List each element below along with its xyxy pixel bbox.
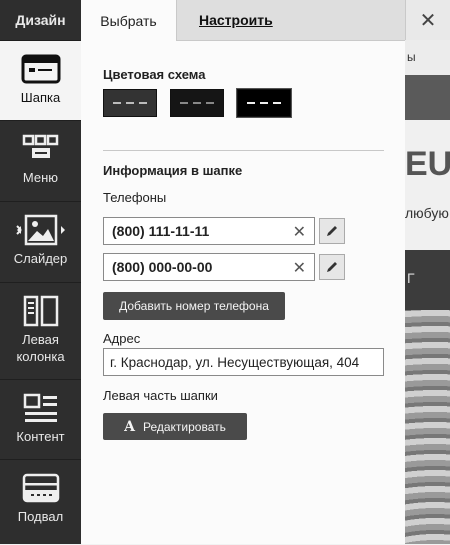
left-column-icon <box>21 295 61 327</box>
sidebar-item-left-column[interactable]: Левая колонка <box>0 283 81 380</box>
content-layout-icon <box>21 392 61 424</box>
address-label: Адрес <box>103 331 141 346</box>
add-phone-button[interactable]: Добавить номер телефона <box>103 292 285 320</box>
preview-flower-image <box>405 310 450 544</box>
clear-icon[interactable]: ✕ <box>293 258 306 278</box>
phone-field[interactable]: (800) 111-11-11 ✕ <box>103 217 315 245</box>
header-layout-icon <box>21 53 61 85</box>
color-scheme-option-gray[interactable] <box>103 89 157 117</box>
sidebar-item-label: Слайдер <box>13 251 68 266</box>
font-icon: A <box>124 418 135 435</box>
sidebar-title: Дизайн <box>0 0 81 41</box>
settings-panel: Выбрать Настроить Цветовая схема Информа… <box>81 0 405 544</box>
preview-logo-text: EU <box>405 145 450 183</box>
preview-text: любую <box>405 205 449 221</box>
sidebar-item-footer[interactable]: Подвал <box>0 460 81 545</box>
sidebar-item-label: Шапка <box>20 90 61 105</box>
slider-image-icon <box>15 214 67 246</box>
footer-layout-icon <box>21 472 61 504</box>
close-icon: ✕ <box>419 9 437 32</box>
left-part-label: Левая часть шапки <box>103 388 218 403</box>
sidebar-item-slider[interactable]: Слайдер <box>0 202 81 283</box>
phones-label: Телефоны <box>103 190 167 205</box>
sidebar-item-label: Левая колонка <box>16 332 65 364</box>
address-field[interactable]: г. Краснодар, ул. Несуществующая, 404 <box>103 348 384 376</box>
preview-text: ы <box>407 50 416 64</box>
phone-value: (800) 111-11-11 <box>112 223 210 239</box>
site-preview: ы EU любую Г <box>405 0 450 544</box>
edit-left-part-button[interactable]: A Редактировать <box>103 413 247 440</box>
color-scheme-title: Цветовая схема <box>103 67 206 82</box>
design-sidebar: Дизайн Шапка Меню Слайдер Левая колонка … <box>0 0 81 544</box>
edit-button-label: Редактировать <box>142 419 226 434</box>
tab-select[interactable]: Выбрать <box>81 0 177 41</box>
preview-text: Г <box>407 270 415 286</box>
menu-layout-icon <box>21 133 61 165</box>
sidebar-item-menu[interactable]: Меню <box>0 121 81 202</box>
panel-tabs: Выбрать Настроить <box>81 0 405 41</box>
color-scheme-option-dark[interactable] <box>236 88 292 118</box>
section-divider <box>103 150 384 151</box>
sidebar-item-header[interactable]: Шапка <box>0 41 81 121</box>
phone-value: (800) 000-00-00 <box>112 259 213 275</box>
edit-phone-button[interactable] <box>319 254 345 280</box>
edit-phone-button[interactable] <box>319 218 345 244</box>
pencil-icon <box>327 226 337 236</box>
header-info-title: Информация в шапке <box>103 163 243 178</box>
sidebar-item-content[interactable]: Контент <box>0 380 81 460</box>
sidebar-item-label: Контент <box>16 429 65 444</box>
clear-icon[interactable]: ✕ <box>293 222 306 242</box>
sidebar-item-label: Подвал <box>17 509 64 524</box>
sidebar-item-label: Меню <box>22 170 59 185</box>
tab-configure[interactable]: Настроить <box>199 0 273 40</box>
pencil-icon <box>327 262 337 272</box>
close-button[interactable]: ✕ <box>405 0 450 40</box>
color-scheme-option-black[interactable] <box>170 89 224 117</box>
phone-field[interactable]: (800) 000-00-00 ✕ <box>103 253 315 281</box>
